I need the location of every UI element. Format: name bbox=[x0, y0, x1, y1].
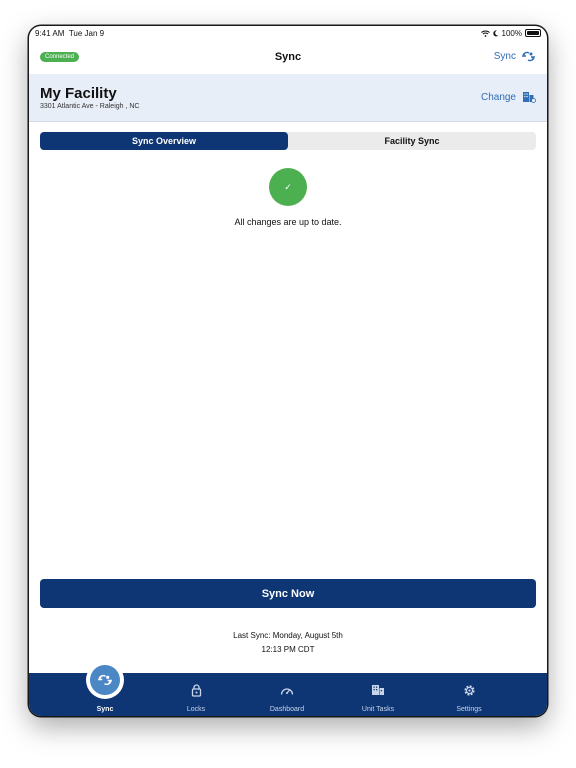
tab-label-dashboard: Dashboard bbox=[269, 706, 305, 713]
lock-icon bbox=[191, 683, 202, 697]
navigation-bar: Connected Sync Sync bbox=[29, 40, 547, 74]
tab-label-sync: Sync bbox=[96, 706, 114, 713]
tab-label-settings: Settings bbox=[456, 706, 482, 713]
last-sync-date: Last Sync: Monday, August 5th bbox=[233, 631, 343, 640]
moon-icon bbox=[492, 29, 499, 36]
tab-facility-sync[interactable]: Facility Sync bbox=[288, 132, 536, 150]
check-mark: ✓ bbox=[284, 181, 292, 192]
bottom-tab-bar: Sync Locks Dashboard Unit Tasks Settings bbox=[29, 661, 547, 716]
connection-status-badge: Connected bbox=[40, 52, 80, 62]
tab-label-locks: Locks bbox=[186, 706, 206, 713]
tab-sync-overview[interactable]: Sync Overview bbox=[40, 132, 288, 150]
status-indicators: 100% bbox=[480, 28, 541, 38]
sync-segmented-control: Sync Overview Facility Sync bbox=[40, 132, 536, 150]
tab-bar-item-settings[interactable]: Settings bbox=[424, 673, 514, 716]
sync-status-message: All changes are up to date. bbox=[234, 217, 342, 227]
change-facility-label: Change bbox=[480, 91, 516, 103]
status-bar: 9:41 AM Tue Jan 9 100% bbox=[29, 26, 547, 40]
tab-bar-item-dashboard[interactable]: Dashboard bbox=[242, 673, 332, 716]
gear-icon bbox=[463, 683, 476, 697]
tab-label-unit-tasks: Unit Tasks bbox=[361, 706, 395, 713]
sync-now-button[interactable]: Sync Now bbox=[40, 579, 536, 608]
facility-header: My Facility 3301 Atlantic Ave - Raleigh … bbox=[29, 74, 547, 122]
change-facility-button[interactable]: Change bbox=[481, 91, 536, 103]
tab-bar-item-unit-tasks[interactable]: Unit Tasks bbox=[333, 673, 423, 716]
header-sync-button[interactable]: Sync bbox=[494, 51, 535, 62]
status-time: 9:41 AM bbox=[35, 28, 65, 38]
battery-percent: 100% bbox=[501, 28, 522, 38]
status-date: Tue Jan 9 bbox=[68, 28, 105, 38]
facility-address: 3301 Atlantic Ave - Raleigh , NC bbox=[40, 103, 140, 110]
sync-icon bbox=[522, 51, 535, 62]
success-check-icon: ✓ bbox=[269, 168, 307, 206]
gauge-icon bbox=[280, 683, 294, 697]
building-swap-icon bbox=[523, 92, 536, 103]
status-time-date: 9:41 AM Tue Jan 9 bbox=[35, 29, 104, 38]
tab-bar-item-locks[interactable]: Locks bbox=[151, 673, 241, 716]
last-sync-info: Last Sync: Monday, August 5th 12:13 PM C… bbox=[29, 629, 547, 657]
facility-name: My Facility bbox=[40, 85, 117, 102]
tab-bar-item-sync[interactable]: Sync bbox=[60, 673, 150, 716]
battery-icon bbox=[525, 29, 541, 37]
building-icon bbox=[371, 683, 385, 697]
page-title: Sync bbox=[274, 51, 302, 63]
last-sync-time: 12:13 PM CDT bbox=[261, 645, 315, 654]
ipad-screen: 9:41 AM Tue Jan 9 100% Connected Sync Sy… bbox=[29, 26, 547, 716]
wifi-icon bbox=[480, 30, 490, 37]
header-sync-label: Sync bbox=[493, 51, 516, 62]
